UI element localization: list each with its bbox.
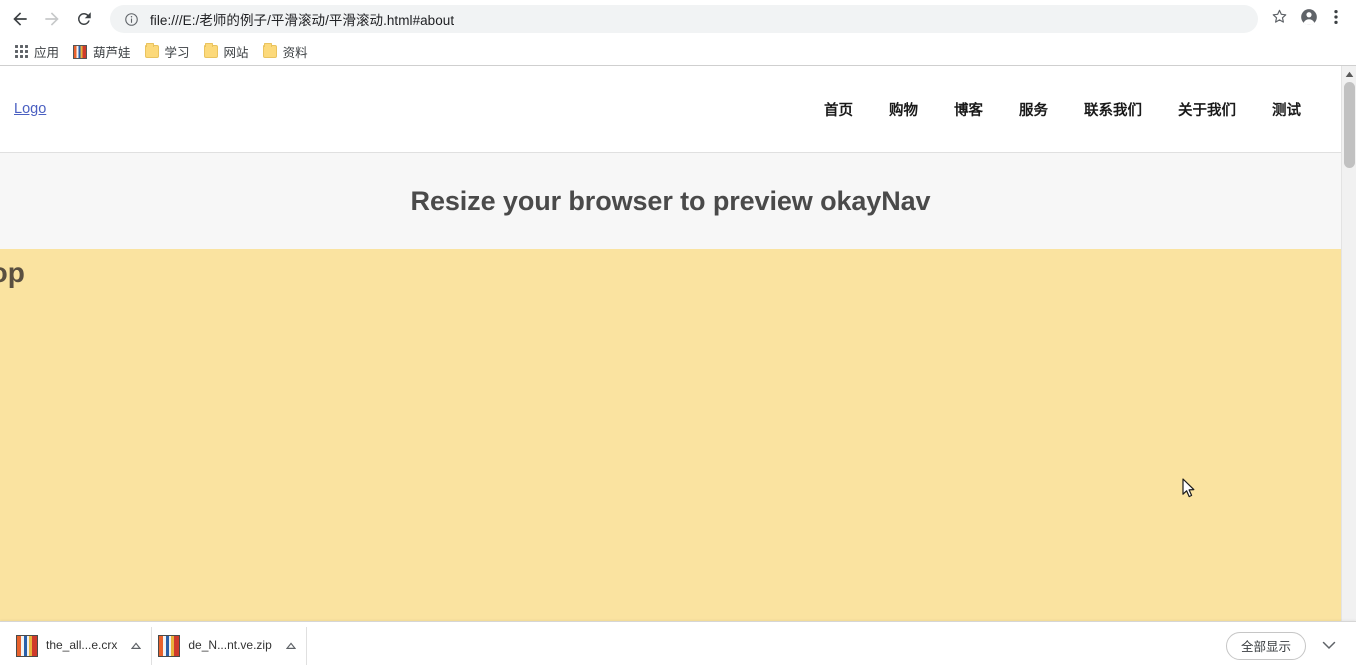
forward-arrow-icon	[42, 9, 62, 29]
bookmark-folder-study[interactable]: 学习	[138, 41, 197, 63]
nav-link-test[interactable]: 测试	[1272, 99, 1301, 120]
bookmark-label: 网站	[223, 46, 249, 60]
nav-link-service[interactable]: 服务	[1019, 99, 1048, 120]
site-logo[interactable]: Logo	[14, 101, 46, 117]
site-navbar: Logo 首页 购物 博客 服务 联系我们 关于我们 测试	[0, 66, 1341, 153]
browser-chrome: file:///E:/老师的例子/平滑滚动/平滑滚动.html#about 应用…	[0, 0, 1356, 66]
bookmark-label: 葫芦娃	[93, 46, 131, 60]
bookmark-label: 资料	[282, 46, 308, 60]
download-item[interactable]: the_all...e.crx	[10, 626, 153, 665]
url-text: file:///E:/老师的例子/平滑滚动/平滑滚动.html#about	[150, 13, 455, 28]
nav-link-home[interactable]: 首页	[824, 99, 853, 120]
crx-file-icon	[16, 634, 38, 657]
folder-icon	[203, 43, 218, 58]
star-icon	[1270, 7, 1289, 31]
reload-icon	[75, 10, 93, 28]
shop-section: shop	[0, 249, 1341, 653]
download-file-name: de_N...nt.ve.zip	[188, 637, 272, 652]
site-favicon-icon	[73, 44, 88, 59]
chrome-menu-button[interactable]	[1324, 4, 1348, 34]
download-item[interactable]: de_N...nt.ve.zip	[152, 626, 307, 665]
download-item-texts: de_N...nt.ve.zip	[188, 638, 271, 654]
download-shelf: the_all...e.crx de_N...nt.ve.zip 全部显示	[0, 621, 1356, 669]
back-arrow-icon	[10, 9, 30, 29]
address-bar[interactable]: file:///E:/老师的例子/平滑滚动/平滑滚动.html#about	[110, 5, 1258, 33]
bookmark-folder-materials[interactable]: 资料	[256, 41, 315, 63]
bookmarks-bar: 应用 葫芦娃 学习 网站 资料	[0, 38, 1356, 66]
crx-file-icon	[158, 634, 181, 657]
page-scrollbar[interactable]	[1341, 66, 1356, 669]
chevron-up-icon[interactable]	[127, 637, 145, 655]
scroll-up-arrow-icon	[1345, 66, 1354, 83]
download-shelf-actions: 全部显示	[1225, 631, 1346, 660]
bookmark-label: 应用	[34, 46, 60, 60]
nav-link-about[interactable]: 关于我们	[1178, 99, 1236, 120]
nav-link-blog[interactable]: 博客	[954, 99, 983, 120]
nav-link-shop[interactable]: 购物	[889, 99, 918, 120]
page-info-icon[interactable]	[120, 8, 142, 30]
back-button[interactable]	[4, 3, 36, 35]
bookmark-star-button[interactable]	[1264, 4, 1294, 34]
bookmark-apps[interactable]: 应用	[8, 41, 66, 63]
nav-link-contact[interactable]: 联系我们	[1084, 99, 1142, 120]
bookmark-huluwa[interactable]: 葫芦娃	[66, 41, 138, 63]
chevron-close-icon	[1322, 637, 1336, 655]
three-dot-menu-icon	[1328, 8, 1344, 31]
close-download-shelf-button[interactable]	[1318, 635, 1340, 657]
bookmark-folder-websites[interactable]: 网站	[197, 41, 256, 63]
profile-button[interactable]	[1294, 4, 1324, 34]
bookmark-label: 学习	[164, 46, 190, 60]
browser-toolbar: file:///E:/老师的例子/平滑滚动/平滑滚动.html#about	[0, 0, 1356, 38]
hero-band: Resize your browser to preview okayNav	[0, 153, 1341, 249]
account-avatar-icon	[1299, 7, 1319, 32]
download-item-texts: the_all...e.crx	[46, 638, 117, 654]
scrollbar-up-button[interactable]	[1342, 66, 1356, 81]
section-heading: shop	[0, 257, 25, 288]
chevron-up-icon[interactable]	[282, 637, 300, 655]
site-nav-links: 首页 购物 博客 服务 联系我们 关于我们 测试	[824, 99, 1301, 120]
download-file-name: the_all...e.crx	[46, 637, 118, 652]
page-viewport: Logo 首页 购物 博客 服务 联系我们 关于我们 测试 Resize you…	[0, 66, 1356, 669]
reload-button[interactable]	[68, 3, 100, 35]
toolbar-actions	[1264, 4, 1348, 34]
page-title: Resize your browser to preview okayNav	[410, 185, 931, 216]
web-page-content: Logo 首页 购物 博客 服务 联系我们 关于我们 测试 Resize you…	[0, 66, 1341, 669]
forward-button[interactable]	[36, 3, 68, 35]
show-all-downloads-button[interactable]: 全部显示	[1225, 631, 1306, 660]
apps-grid-icon	[15, 45, 28, 58]
scrollbar-thumb[interactable]	[1344, 82, 1355, 168]
folder-icon	[144, 43, 159, 58]
folder-icon	[262, 43, 277, 58]
